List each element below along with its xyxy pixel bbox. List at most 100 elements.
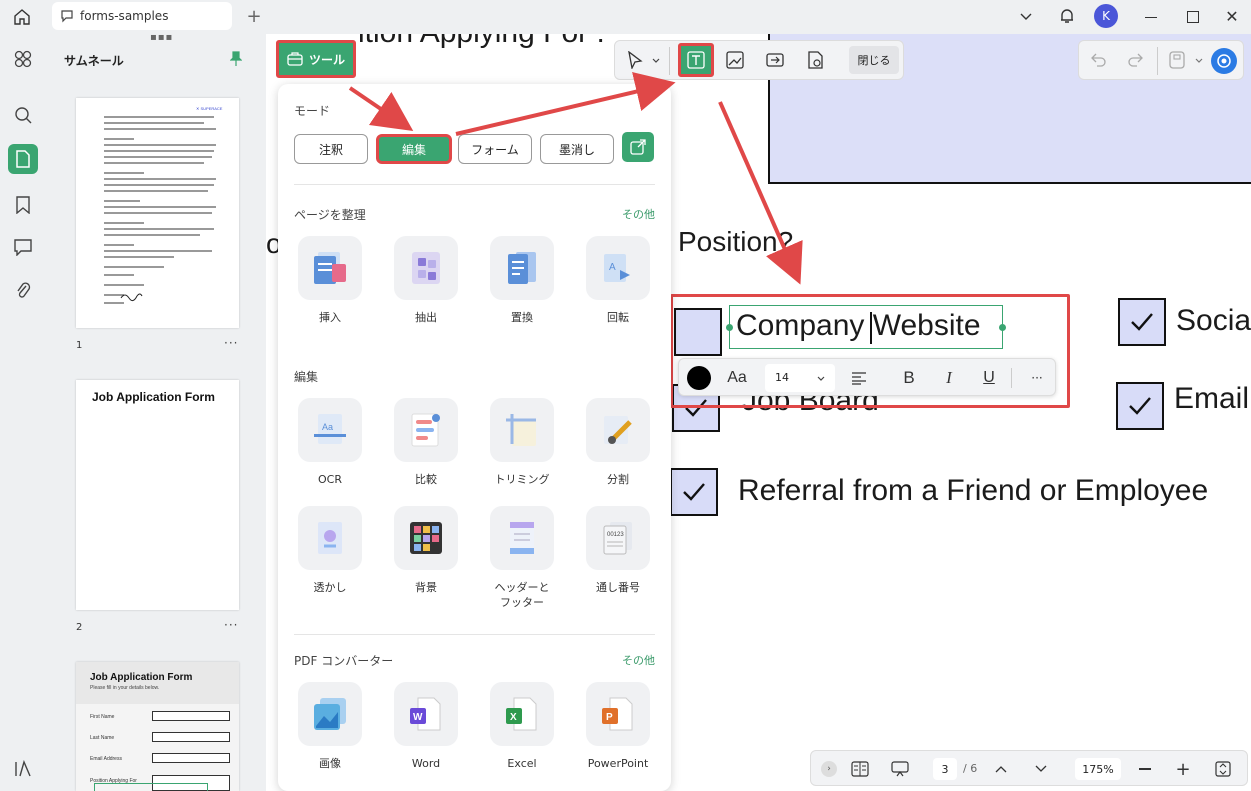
- mode-annotate-button[interactable]: 注釈: [294, 134, 368, 164]
- zoom-in-icon[interactable]: +: [1173, 759, 1193, 780]
- italic-icon[interactable]: I: [937, 366, 961, 390]
- rotate-icon[interactable]: A: [586, 236, 650, 300]
- text-color-picker[interactable]: [687, 366, 711, 390]
- mode-edit-button[interactable]: 編集: [376, 134, 452, 164]
- powerpoint-convert-icon[interactable]: P: [586, 682, 650, 746]
- insert-icon[interactable]: [298, 236, 362, 300]
- zoom-level[interactable]: 175%: [1075, 758, 1121, 780]
- page-1-more-button[interactable]: ···: [224, 336, 238, 350]
- page-number-input[interactable]: 3: [933, 758, 957, 780]
- svg-text:Aa: Aa: [322, 422, 333, 432]
- bell-icon[interactable]: [1056, 5, 1078, 27]
- powerpoint-convert-label: PowerPoint: [587, 757, 649, 770]
- image-convert-icon[interactable]: [298, 682, 362, 746]
- ocr-icon[interactable]: Aa: [298, 398, 362, 462]
- extract-label: 抽出: [415, 311, 437, 324]
- image-convert-label: 画像: [319, 757, 341, 770]
- chevron-down-icon[interactable]: [652, 58, 660, 64]
- watermark-tool-icon[interactable]: [298, 506, 362, 570]
- add-image-icon[interactable]: [721, 46, 749, 74]
- maximize-icon[interactable]: [1184, 8, 1202, 26]
- split-icon[interactable]: [586, 398, 650, 462]
- chevron-down-icon[interactable]: [1195, 58, 1203, 64]
- comments-icon[interactable]: [8, 232, 38, 262]
- page-thumbnail-3[interactable]: Job Application Form Please fill in your…: [76, 662, 239, 791]
- more-options-icon[interactable]: ···: [1025, 367, 1049, 389]
- page-thumbnail-2[interactable]: Job Application Form: [76, 380, 239, 610]
- cursor-icon[interactable]: [621, 46, 649, 74]
- excel-convert-icon[interactable]: X: [490, 682, 554, 746]
- bold-icon[interactable]: B: [897, 366, 921, 390]
- question-text: Position?: [678, 226, 794, 257]
- extract-icon[interactable]: [394, 236, 458, 300]
- tools-panel: モード 注釈 編集 フォーム 墨消し ページを整理 その他 A 挿入 抽出 置換…: [278, 84, 671, 791]
- svg-text:X: X: [510, 712, 517, 723]
- checkbox-social[interactable]: [1118, 298, 1166, 346]
- redo-icon[interactable]: [1121, 46, 1149, 74]
- document-tab[interactable]: forms-samples: [52, 2, 232, 30]
- chevron-right-icon[interactable]: ›: [821, 761, 837, 777]
- tools-button-label: ツール: [308, 52, 345, 67]
- history-toolbar: [1078, 40, 1244, 80]
- word-convert-icon[interactable]: W: [394, 682, 458, 746]
- close-edit-button[interactable]: 閉じる: [849, 46, 899, 74]
- converter-more-link[interactable]: その他: [622, 652, 655, 668]
- page-thumbnail-1[interactable]: ✕ SUPERACE: [76, 98, 239, 328]
- mode-redact-button[interactable]: 墨消し: [540, 134, 614, 164]
- ai-assistant-icon[interactable]: [1211, 48, 1237, 74]
- underline-icon[interactable]: U: [977, 366, 1001, 390]
- background-icon[interactable]: [394, 506, 458, 570]
- watermark-label: 透かし: [313, 581, 347, 594]
- previous-page-icon[interactable]: [991, 759, 1011, 779]
- presentation-icon[interactable]: [889, 759, 911, 779]
- pin-icon[interactable]: [228, 50, 244, 68]
- edit-toolbar: 閉じる: [614, 40, 904, 80]
- font-size-select[interactable]: 14: [765, 364, 835, 392]
- text-format-toolbar: Aa 14 B I U ···: [678, 358, 1056, 396]
- minimize-icon[interactable]: [1142, 8, 1160, 26]
- add-link-icon[interactable]: [761, 46, 789, 74]
- bookmark-icon[interactable]: [8, 190, 38, 220]
- undo-icon[interactable]: [1085, 46, 1113, 74]
- new-tab-icon[interactable]: +: [244, 6, 264, 27]
- sidebar-toggle-icon[interactable]: [8, 754, 38, 784]
- checkbox-referral[interactable]: [670, 468, 718, 516]
- organize-more-link[interactable]: その他: [622, 206, 655, 222]
- zoom-out-icon[interactable]: [1135, 759, 1155, 779]
- add-text-icon[interactable]: [678, 43, 714, 77]
- watermark-icon[interactable]: [801, 46, 829, 74]
- replace-icon[interactable]: [490, 236, 554, 300]
- page-number-1: 1: [76, 340, 83, 351]
- grid-icon[interactable]: [8, 44, 38, 74]
- tab-title: forms-samples: [80, 9, 169, 23]
- drag-handle[interactable]: ▪▪▪: [150, 32, 173, 43]
- avatar[interactable]: K: [1094, 4, 1118, 28]
- svg-text:✕ SUPERACE: ✕ SUPERACE: [196, 106, 223, 111]
- font-icon[interactable]: Aa: [723, 367, 751, 389]
- compare-icon[interactable]: [394, 398, 458, 462]
- crop-icon[interactable]: [490, 398, 554, 462]
- tools-button[interactable]: ツール: [276, 40, 356, 78]
- page-layout-icon[interactable]: [849, 759, 871, 779]
- position-heading: ition Applying For :: [358, 34, 605, 50]
- bates-numbering-icon[interactable]: 00123: [586, 506, 650, 570]
- mode-form-button[interactable]: フォーム: [458, 134, 532, 164]
- mode-section-title: モード: [294, 104, 331, 118]
- organize-section-title: ページを整理: [294, 208, 366, 222]
- fit-page-icon[interactable]: [1213, 759, 1233, 779]
- align-left-icon[interactable]: [847, 367, 871, 389]
- search-icon[interactable]: [8, 100, 38, 130]
- thumbnails-icon[interactable]: [8, 144, 38, 174]
- attachment-icon[interactable]: [8, 276, 38, 306]
- next-page-icon[interactable]: [1031, 759, 1051, 779]
- page-3-title: Job Application Form: [90, 672, 193, 683]
- chevron-down-icon[interactable]: [1016, 8, 1036, 26]
- home-icon[interactable]: [10, 6, 34, 28]
- checkbox-email[interactable]: [1116, 382, 1164, 430]
- save-icon[interactable]: [1163, 46, 1191, 74]
- close-icon[interactable]: ✕: [1222, 6, 1242, 26]
- option-social: Socia: [1176, 304, 1251, 337]
- header-footer-icon[interactable]: [490, 506, 554, 570]
- page-2-more-button[interactable]: ···: [224, 618, 238, 632]
- open-external-icon[interactable]: [622, 132, 654, 162]
